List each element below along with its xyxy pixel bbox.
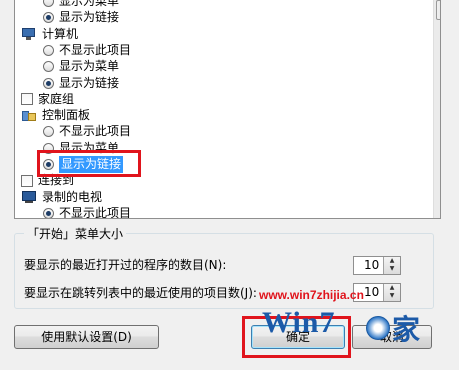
tree-item-label: 显示为菜单	[59, 59, 120, 74]
radio-button[interactable]	[43, 44, 54, 56]
radio-button[interactable]	[43, 207, 54, 218]
checkbox[interactable]	[21, 93, 33, 106]
windows-logo-icon	[366, 316, 390, 340]
tree-item-label: 显示为链接	[59, 10, 120, 25]
radio-button[interactable]	[43, 12, 54, 24]
tree-item[interactable]: 不显示此项目	[43, 205, 132, 219]
tree-item[interactable]: 不显示此项目	[43, 42, 131, 59]
tree-item-label: 不显示此项目	[59, 205, 132, 219]
recent-programs-spinner[interactable]: 10 ▲ ▼	[353, 256, 401, 275]
tree-item[interactable]: 显示为链接	[43, 9, 119, 26]
control-panel-icon	[21, 109, 37, 123]
tree-item[interactable]: 不显示此项目	[43, 123, 131, 140]
start-menu-items-list[interactable]: 显示为菜单 显示为链接 计算机 不显示此项目 显示为菜单 显示为链接 家庭组 控制面板 不显示此…	[14, 0, 441, 219]
vertical-scrollbar[interactable]: ▼	[433, 0, 440, 218]
radio-button[interactable]	[43, 61, 54, 73]
spin-down-icon[interactable]: ▼	[384, 292, 400, 300]
recent-programs-value[interactable]: 10	[364, 258, 379, 272]
scroll-down-arrow-icon[interactable]: ▼	[436, 201, 440, 216]
tree-item-label: 不显示此项目	[59, 42, 132, 57]
tree-item: 录制的电视	[21, 189, 102, 206]
tree-item: 控制面板	[21, 107, 90, 124]
jump-list-label: 要显示在跳转列表中的最近使用的项目数(J):	[24, 286, 257, 300]
tree-item-label: 家庭组	[38, 91, 75, 106]
group-title: 「开始」菜单大小	[24, 225, 127, 242]
radio-button[interactable]	[43, 0, 54, 7]
tree-item-label: 显示为链接	[59, 75, 120, 90]
computer-icon	[21, 27, 37, 41]
watermark-logo-suffix: 家	[392, 313, 421, 346]
checkbox[interactable]	[21, 174, 33, 187]
watermark-url: www.win7zhijia.cn	[259, 288, 364, 302]
radio-button[interactable]	[43, 77, 54, 89]
annotation-red-box	[37, 150, 141, 177]
tree-item[interactable]: 显示为链接	[43, 75, 119, 92]
recent-programs-label: 要显示的最近打开过的程序的数目(N):	[24, 258, 227, 272]
tree-item[interactable]: 家庭组	[21, 91, 74, 108]
spin-up-icon[interactable]: ▲	[384, 257, 400, 265]
tree-item[interactable]: 显示为菜单	[43, 58, 119, 75]
tree-item-label: 控制面板	[42, 108, 91, 123]
radio-button[interactable]	[43, 126, 54, 138]
spin-up-icon[interactable]: ▲	[384, 284, 400, 292]
use-default-settings-button[interactable]: 使用默认设置(D)	[14, 325, 159, 349]
scrollbar-thumb[interactable]	[436, 0, 440, 20]
spin-down-icon[interactable]: ▼	[384, 265, 400, 273]
tv-icon	[21, 190, 37, 204]
tree-item-label: 计算机	[42, 26, 79, 41]
jump-list-value[interactable]: 10	[364, 285, 379, 299]
tree-item: 计算机	[21, 26, 78, 43]
tree-item-label: 录制的电视	[42, 189, 103, 204]
watermark-logo: Win7	[262, 306, 336, 339]
tree-item-label: 不显示此项目	[59, 124, 132, 139]
